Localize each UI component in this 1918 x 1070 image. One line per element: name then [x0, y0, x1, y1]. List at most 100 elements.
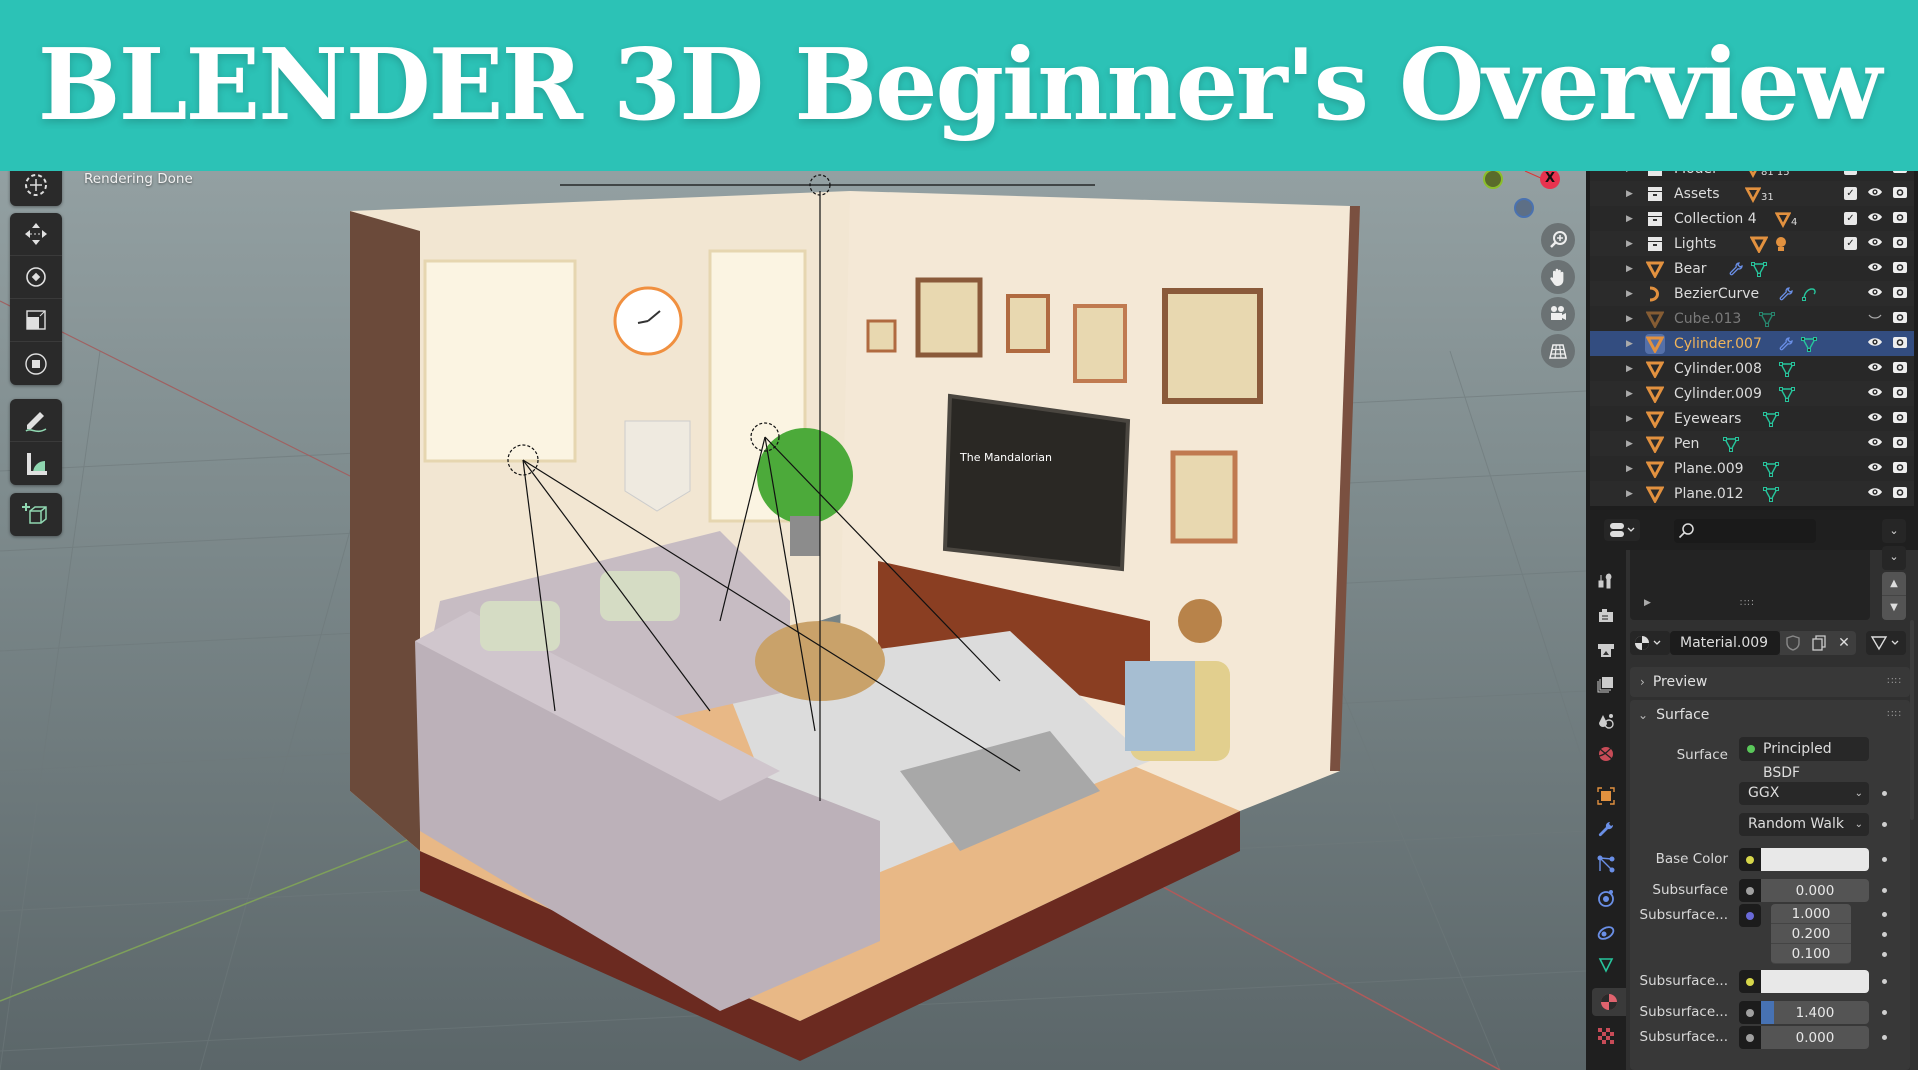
properties-tab-scene[interactable] — [1592, 707, 1620, 735]
render-toggle[interactable] — [1892, 385, 1908, 403]
move-tool-button[interactable] — [10, 213, 62, 256]
expand-arrow-icon[interactable]: ▶ — [1626, 214, 1633, 224]
input-socket[interactable] — [1739, 1001, 1761, 1024]
color-swatch[interactable] — [1761, 970, 1869, 993]
expand-arrow-icon[interactable]: ▶ — [1626, 171, 1633, 174]
expand-arrow-icon[interactable]: ▶ — [1626, 264, 1633, 274]
surface-shader-selector[interactable]: Principled BSDF — [1739, 737, 1869, 781]
keyframe-dot[interactable] — [1882, 822, 1887, 827]
outliner-item[interactable]: ▶ Model 81 15 ✓ — [1590, 171, 1914, 181]
properties-tab-output[interactable] — [1592, 636, 1620, 664]
outliner-item[interactable]: ▶ Eyewears — [1590, 406, 1914, 431]
exclude-checkbox[interactable]: ✓ — [1844, 212, 1857, 225]
fake-user-button[interactable] — [1780, 631, 1806, 655]
exclude-checkbox[interactable]: ✓ — [1844, 187, 1857, 200]
editor-type-dropdown[interactable] — [1604, 519, 1640, 541]
visibility-toggle[interactable] — [1867, 261, 1883, 277]
visibility-toggle[interactable] — [1867, 286, 1883, 302]
pan-view-button[interactable] — [1541, 260, 1575, 294]
cursor-tool-button[interactable] — [10, 171, 62, 206]
expand-arrow-icon[interactable]: ▶ — [1626, 314, 1633, 324]
render-toggle[interactable] — [1892, 435, 1908, 453]
visibility-toggle[interactable] — [1867, 461, 1883, 477]
properties-tab-constraints[interactable] — [1592, 918, 1620, 946]
outliner-item[interactable]: ▶ Pen — [1590, 431, 1914, 456]
input-socket[interactable] — [1739, 1026, 1761, 1049]
outliner-item[interactable]: ▶ Plane.012 — [1590, 481, 1914, 506]
keyframe-dot[interactable] — [1882, 857, 1887, 862]
properties-tab-particles[interactable] — [1592, 850, 1620, 878]
visibility-toggle[interactable] — [1867, 186, 1883, 202]
expand-arrow-icon[interactable]: ▶ — [1626, 239, 1633, 249]
number-field[interactable]: 0.000 — [1761, 879, 1869, 902]
input-socket[interactable] — [1739, 848, 1761, 871]
number-field[interactable]: 0.000 — [1761, 1026, 1869, 1049]
zoom-view-button[interactable] — [1541, 223, 1575, 257]
properties-tab-physics[interactable] — [1592, 884, 1620, 912]
render-toggle[interactable] — [1892, 410, 1908, 428]
annotate-tool-button[interactable] — [10, 399, 62, 442]
unlink-material-button[interactable]: ✕ — [1832, 631, 1856, 655]
input-socket[interactable] — [1739, 970, 1761, 993]
keyframe-dot[interactable] — [1882, 912, 1887, 917]
data-type-dropdown[interactable] — [1866, 631, 1906, 655]
visibility-toggle[interactable] — [1867, 311, 1883, 327]
keyframe-dot[interactable] — [1882, 1035, 1887, 1040]
render-toggle[interactable] — [1892, 485, 1908, 503]
render-toggle[interactable] — [1892, 171, 1908, 178]
visibility-toggle[interactable] — [1867, 336, 1883, 352]
properties-tab-tool[interactable] — [1592, 567, 1620, 595]
properties-tab-data[interactable] — [1592, 951, 1620, 979]
material-name-field[interactable]: Material.009 — [1670, 631, 1780, 655]
visibility-toggle[interactable] — [1867, 236, 1883, 252]
add-cube-tool-button[interactable] — [10, 493, 62, 536]
collapse-button[interactable]: ⌄ — [1882, 546, 1906, 570]
transform-tool-button[interactable] — [10, 342, 62, 385]
properties-scrollbar[interactable] — [1910, 620, 1914, 820]
options-dropdown[interactable]: ⌄ — [1882, 519, 1906, 543]
outliner-item[interactable]: ▶ Plane.009 — [1590, 456, 1914, 481]
material-slots-list[interactable]: ▶ ∷∷ — [1630, 550, 1870, 620]
outliner-item[interactable]: ▶ Collection 4 4 ✓ — [1590, 206, 1914, 231]
scale-tool-button[interactable] — [10, 299, 62, 342]
outliner-item[interactable]: ▶ BezierCurve — [1590, 281, 1914, 306]
properties-tab-texture[interactable] — [1592, 1022, 1620, 1050]
keyframe-dot[interactable] — [1882, 979, 1887, 984]
properties-tab-object[interactable] — [1592, 782, 1620, 810]
input-socket[interactable] — [1739, 904, 1761, 927]
expand-arrow-icon[interactable]: ▶ — [1626, 364, 1633, 374]
preview-panel-header[interactable]: › Preview ∷∷ — [1630, 667, 1910, 697]
number-field[interactable]: 1.400 — [1761, 1001, 1869, 1024]
perspective-toggle-button[interactable] — [1541, 334, 1575, 368]
expand-arrow-icon[interactable]: ▶ — [1626, 289, 1633, 299]
expand-arrow-icon[interactable]: ▶ — [1626, 414, 1633, 424]
outliner-item[interactable]: ▶ Cylinder.009 — [1590, 381, 1914, 406]
visibility-toggle[interactable] — [1867, 171, 1883, 177]
render-toggle[interactable] — [1892, 285, 1908, 303]
duplicate-material-button[interactable] — [1806, 631, 1832, 655]
vector-component-field[interactable]: 0.200 — [1771, 924, 1851, 944]
subsurface-method-dropdown[interactable]: Random Walk ⌄ — [1739, 813, 1869, 836]
color-swatch[interactable] — [1761, 848, 1869, 871]
measure-tool-button[interactable] — [10, 442, 62, 485]
gizmo-z-axis[interactable] — [1514, 198, 1534, 218]
drag-grip-icon[interactable]: ∷∷ — [1887, 709, 1902, 720]
move-up-button[interactable]: ▲ — [1882, 572, 1906, 596]
render-toggle[interactable] — [1892, 310, 1908, 328]
material-browse-button[interactable] — [1630, 631, 1670, 655]
render-toggle[interactable] — [1892, 185, 1908, 203]
rotate-tool-button[interactable] — [10, 256, 62, 299]
keyframe-dot[interactable] — [1882, 932, 1887, 937]
properties-tab-modifiers[interactable] — [1592, 816, 1620, 844]
expand-arrow-icon[interactable]: ▶ — [1626, 489, 1633, 499]
vector-component-field[interactable]: 0.100 — [1771, 944, 1851, 964]
outliner-item[interactable]: ▶ Cylinder.007 — [1590, 331, 1914, 356]
expand-arrow-icon[interactable]: ▶ — [1626, 339, 1633, 349]
exclude-checkbox[interactable]: ✓ — [1844, 171, 1857, 175]
visibility-toggle[interactable] — [1867, 436, 1883, 452]
outliner-item[interactable]: ▶ Cylinder.008 — [1590, 356, 1914, 381]
expand-arrow-icon[interactable]: ▶ — [1626, 189, 1633, 199]
outliner-item[interactable]: ▶ Bear — [1590, 256, 1914, 281]
render-toggle[interactable] — [1892, 360, 1908, 378]
visibility-toggle[interactable] — [1867, 386, 1883, 402]
